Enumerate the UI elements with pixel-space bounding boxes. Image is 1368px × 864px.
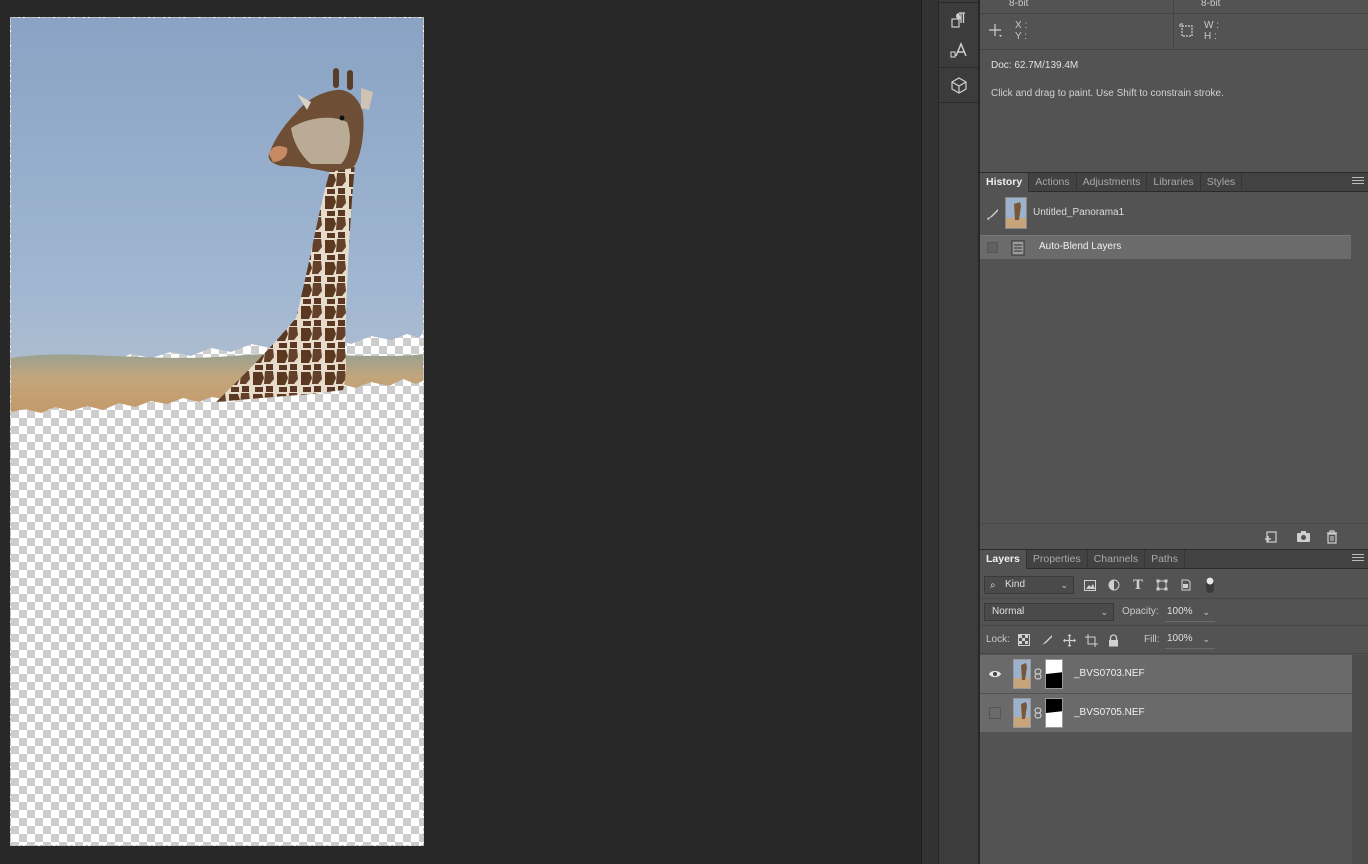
right-panel-dock: 8-bit 8-bit X : Y : W : H : Doc: 62.7M/1…	[980, 0, 1368, 864]
photoshop-window: 8-bit 8-bit X : Y : W : H : Doc: 62.7M/1…	[0, 0, 1368, 864]
trash-icon[interactable]	[1326, 530, 1338, 547]
lock-image-pixels-icon[interactable]	[1040, 633, 1054, 647]
search-icon: ⌕	[990, 580, 996, 591]
blend-mode-select[interactable]: Normal ⌄	[984, 603, 1114, 621]
opacity-value: 100%	[1167, 606, 1193, 617]
y-label: Y :	[1015, 31, 1028, 42]
type-layer-filter-icon[interactable]: T	[1131, 578, 1145, 593]
opacity-field[interactable]: 100% ⌄	[1165, 604, 1215, 622]
chevron-down-icon[interactable]: ⌄	[1202, 631, 1210, 647]
info-panel: 8-bit 8-bit X : Y : W : H : Doc: 62.7M/1…	[980, 0, 1368, 172]
blend-mode-value: Normal	[992, 606, 1025, 617]
snapshot-name: Untitled_Panorama1	[1033, 207, 1125, 218]
filter-toggle-icon[interactable]	[1203, 577, 1217, 593]
chevron-down-icon: ⌄	[1100, 607, 1108, 617]
character-icon[interactable]	[939, 35, 979, 65]
opacity-label: Opacity:	[1122, 606, 1159, 617]
selection-size-icon	[1179, 23, 1195, 42]
tab-adjustments[interactable]: Adjustments	[1077, 173, 1148, 192]
history-panel: Untitled_Panorama1 Auto-Blend Layers	[980, 193, 1368, 523]
history-brush-icon[interactable]	[986, 207, 1000, 224]
chevron-down-icon: ⌄	[1060, 580, 1068, 590]
adjustment-layer-filter-icon[interactable]	[1107, 578, 1121, 592]
chevron-down-icon[interactable]: ⌄	[1202, 604, 1210, 620]
panel-icon-column	[938, 0, 979, 864]
layer-row[interactable]: _BVS0703.NEF	[980, 655, 1352, 694]
visibility-toggle[interactable]	[989, 707, 1001, 719]
tab-properties[interactable]: Properties	[1027, 550, 1088, 569]
history-step-row[interactable]: Auto-Blend Layers	[980, 235, 1351, 259]
layers-panel: ⌕ Kind ⌄ T Normal ⌄ Opacity: 100% ⌄ Lock…	[980, 570, 1368, 864]
layer-name[interactable]: _BVS0703.NEF	[1074, 668, 1145, 679]
layer-mask-thumbnail[interactable]	[1045, 698, 1063, 728]
link-icon[interactable]	[1034, 707, 1042, 722]
lock-label: Lock:	[986, 634, 1010, 645]
tab-styles[interactable]: Styles	[1201, 173, 1243, 192]
3d-cube-icon[interactable]	[939, 70, 979, 100]
new-document-from-state-icon[interactable]	[1264, 530, 1278, 547]
canvas-area[interactable]	[0, 0, 921, 864]
paragraph-icon[interactable]	[939, 5, 979, 35]
doc-size-text: Doc: 62.7M/139.4M	[991, 60, 1079, 71]
lock-all-icon[interactable]	[1106, 633, 1120, 647]
layers-panel-menu-icon[interactable]	[1352, 554, 1364, 564]
tab-libraries[interactable]: Libraries	[1147, 173, 1201, 192]
fill-value: 100%	[1167, 633, 1193, 644]
shape-layer-filter-icon[interactable]	[1155, 578, 1169, 592]
crosshair-icon	[987, 23, 1003, 42]
layers-scrollbar[interactable]	[1352, 655, 1368, 864]
giraffe-image	[11, 18, 423, 413]
kind-filter-select[interactable]: ⌕ Kind ⌄	[984, 576, 1074, 594]
snapshot-thumbnail	[1005, 197, 1027, 229]
collapsed-panel-strip	[921, 0, 938, 864]
tab-actions[interactable]: Actions	[1029, 173, 1077, 192]
tab-history[interactable]: History	[980, 173, 1030, 192]
h-label: H :	[1204, 31, 1217, 42]
history-step-checkbox[interactable]	[987, 242, 998, 253]
fill-field[interactable]: 100% ⌄	[1165, 631, 1215, 649]
lock-transparent-pixels-icon[interactable]	[1017, 633, 1031, 647]
fill-label: Fill:	[1144, 634, 1160, 645]
w-label: W :	[1204, 20, 1219, 31]
bit-depth-left: 8-bit	[1009, 0, 1029, 9]
tab-paths[interactable]: Paths	[1145, 550, 1185, 569]
panel-menu-icon[interactable]	[1352, 177, 1364, 187]
link-icon[interactable]	[1034, 668, 1042, 683]
history-step-icon	[1011, 240, 1025, 259]
layer-thumbnail	[1013, 698, 1031, 728]
kind-label: Kind	[1005, 579, 1026, 590]
bit-depth-right: 8-bit	[1201, 0, 1221, 9]
tab-layers[interactable]: Layers	[980, 550, 1027, 569]
pixel-layer-filter-icon[interactable]	[1083, 578, 1097, 592]
lock-artboard-icon[interactable]	[1084, 633, 1098, 647]
lock-row: Lock: Fill: 100% ⌄	[980, 627, 1368, 654]
blend-row: Normal ⌄ Opacity: 100% ⌄	[980, 600, 1368, 626]
layer-filter-row: ⌕ Kind ⌄ T	[980, 570, 1368, 599]
smart-object-filter-icon[interactable]	[1179, 578, 1193, 592]
x-label: X :	[1015, 20, 1028, 31]
eye-icon[interactable]	[988, 667, 1002, 681]
tool-hint-text: Click and drag to paint. Use Shift to co…	[991, 88, 1224, 99]
tab-channels[interactable]: Channels	[1088, 550, 1146, 569]
camera-icon[interactable]	[1296, 530, 1311, 546]
layer-thumbnail	[1013, 659, 1031, 689]
layer-name[interactable]: _BVS0705.NEF	[1074, 707, 1145, 718]
history-footer	[980, 523, 1368, 548]
history-snapshot-row[interactable]: Untitled_Panorama1	[980, 193, 1352, 233]
document-canvas[interactable]	[10, 17, 424, 846]
lock-position-icon[interactable]	[1062, 633, 1076, 647]
history-step-label: Auto-Blend Layers	[1039, 241, 1122, 252]
history-tabbar: History Actions Adjustments Libraries St…	[980, 172, 1368, 192]
layer-mask-thumbnail[interactable]	[1045, 659, 1063, 689]
layer-row[interactable]: _BVS0705.NEF	[980, 694, 1352, 733]
layers-tabbar: Layers Properties Channels Paths	[980, 549, 1368, 569]
